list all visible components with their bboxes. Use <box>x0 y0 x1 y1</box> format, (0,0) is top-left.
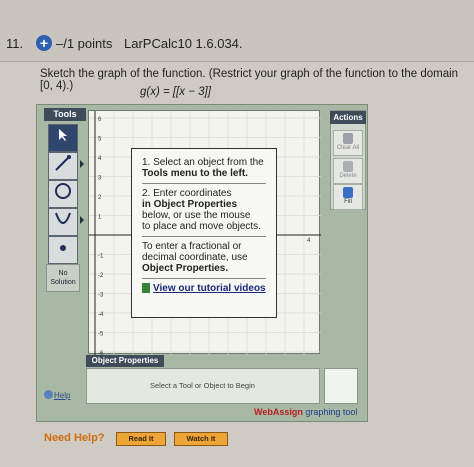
segment-tool-button[interactable] <box>48 152 78 180</box>
read-it-button[interactable]: Read It <box>116 432 166 446</box>
tutorial-videos-link[interactable]: View our tutorial videos <box>153 283 266 294</box>
help-link[interactable]: Help <box>54 391 70 400</box>
object-properties-preview <box>324 368 358 404</box>
parabola-tool-expand-icon[interactable] <box>80 216 84 224</box>
tools-title: Tools <box>44 108 86 121</box>
help-icon[interactable] <box>44 390 53 399</box>
segment-tool-expand-icon[interactable] <box>80 160 84 168</box>
y-tick-label: -5 <box>98 332 104 338</box>
actions-title: Actions <box>330 111 366 124</box>
webassign-branding: WebAssign graphing tool <box>254 407 358 417</box>
instructions-popup: 1. Select an object from the Tools menu t… <box>131 148 277 318</box>
point-icon <box>60 245 66 251</box>
y-tick-label: -2 <box>98 273 104 279</box>
object-properties-message: Select a Tool or Object to Begin <box>150 381 255 390</box>
line-segment-icon <box>55 155 71 171</box>
need-help-label: Need Help? <box>44 432 105 444</box>
watch-it-button[interactable]: Watch It <box>174 432 228 446</box>
fill-bucket-icon <box>343 187 353 198</box>
clear-all-icon <box>343 133 353 144</box>
question-number: 11. <box>6 36 24 51</box>
clear-all-button[interactable]: Clear All <box>333 130 363 156</box>
popup-step2: 2. Enter coordinates in Object Properties… <box>142 188 261 232</box>
no-solution-button[interactable]: No Solution <box>46 264 80 292</box>
object-properties-title: Object Properties <box>86 355 164 367</box>
point-tool-button[interactable] <box>48 236 78 264</box>
expand-plus-icon[interactable]: + <box>36 35 52 51</box>
parabola-tool-button[interactable] <box>48 208 78 236</box>
y-tick-label: -4 <box>98 312 104 318</box>
popup-step3: To enter a fractional or decimal coordina… <box>142 241 248 274</box>
x-tick-label: 4 <box>307 238 311 244</box>
pointer-tool-button[interactable] <box>48 124 78 152</box>
y-tick-label: -1 <box>98 254 104 260</box>
parabola-icon <box>55 212 71 224</box>
arrow-pointer-icon <box>59 129 67 141</box>
trash-icon <box>343 161 353 172</box>
fill-button[interactable]: Fill <box>333 184 363 210</box>
fill-label: Fill <box>344 199 352 205</box>
delete-button[interactable]: Delete <box>333 158 363 184</box>
question-points: –/1 points <box>56 36 113 51</box>
function-expression: g(x) = [[x − 3]] <box>140 86 211 98</box>
circle-tool-button[interactable] <box>48 180 78 208</box>
circle-icon <box>55 183 71 199</box>
y-tick-label: -3 <box>98 293 104 299</box>
question-id: LarPCalc10 1.6.034. <box>124 36 243 51</box>
question-header <box>0 0 474 62</box>
question-prompt: Sketch the graph of the function. (Restr… <box>40 68 459 92</box>
delete-label: Delete <box>339 173 357 179</box>
popup-step1: 1. Select an object from the Tools menu t… <box>142 157 264 179</box>
book-icon <box>142 283 150 294</box>
clear-all-label: Clear All <box>336 145 360 151</box>
